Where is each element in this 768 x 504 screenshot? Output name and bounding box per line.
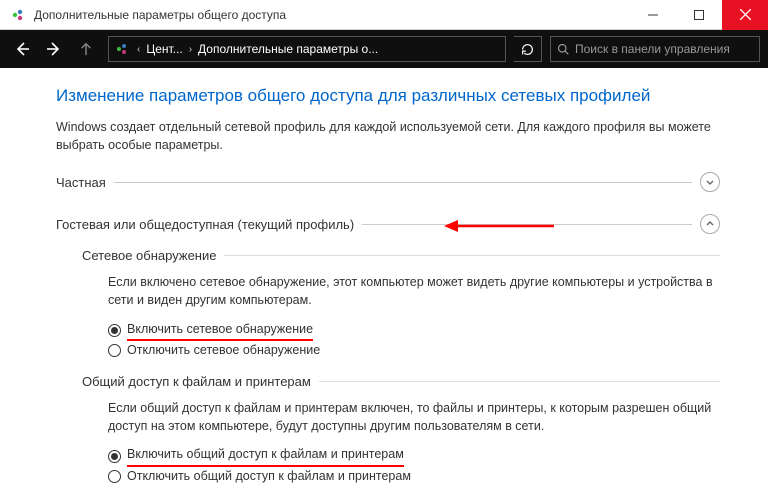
radio-enable-sharing[interactable]: Включить общий доступ к файлам и принтер… (108, 445, 720, 467)
search-placeholder: Поиск в панели управления (575, 42, 730, 56)
chevron-right-icon: › (187, 44, 194, 55)
radio-enable-sharing-label: Включить общий доступ к файлам и принтер… (127, 445, 404, 467)
radio-enable-discovery-label: Включить сетевое обнаружение (127, 320, 313, 342)
chevron-right-icon: ‹ (135, 44, 142, 55)
navbar: ‹ Цент... › Дополнительные параметры о..… (0, 30, 768, 68)
profile-guest-label: Гостевая или общедоступная (текущий проф… (56, 217, 354, 232)
profile-guest-header[interactable]: Гостевая или общедоступная (текущий проф… (56, 214, 720, 234)
radio-disable-discovery-label: Отключить сетевое обнаружение (127, 341, 320, 360)
breadcrumb-icon (113, 40, 131, 58)
radio-icon (108, 324, 121, 337)
annotation-arrow-icon (444, 217, 554, 235)
profile-private-label: Частная (56, 175, 106, 190)
window-title: Дополнительные параметры общего доступа (34, 8, 630, 22)
breadcrumb[interactable]: ‹ Цент... › Дополнительные параметры о..… (108, 36, 506, 62)
section-network-discovery: Сетевое обнаружение Если включено сетево… (82, 248, 720, 360)
nav-up-button[interactable] (72, 35, 100, 63)
network-discovery-title: Сетевое обнаружение (82, 248, 720, 263)
section-file-sharing: Общий доступ к файлам и принтерам Если о… (82, 374, 720, 486)
page-desc: Windows создает отдельный сетевой профил… (56, 118, 720, 154)
page-title: Изменение параметров общего доступа для … (56, 86, 720, 106)
search-input[interactable]: Поиск в панели управления (550, 36, 760, 62)
radio-disable-discovery[interactable]: Отключить сетевое обнаружение (108, 341, 720, 360)
radio-icon (108, 344, 121, 357)
chevron-expand-icon[interactable] (700, 172, 720, 192)
radio-disable-sharing[interactable]: Отключить общий доступ к файлам и принте… (108, 467, 720, 486)
file-sharing-title: Общий доступ к файлам и принтерам (82, 374, 720, 389)
profile-private-header[interactable]: Частная (56, 172, 720, 192)
nav-forward-button[interactable] (40, 35, 68, 63)
file-sharing-desc: Если общий доступ к файлам и принтерам в… (108, 399, 720, 435)
maximize-button[interactable] (676, 0, 722, 30)
app-icon (8, 5, 28, 25)
content: Изменение параметров общего доступа для … (0, 68, 768, 504)
search-icon (557, 43, 569, 55)
radio-icon (108, 450, 121, 463)
breadcrumb-seg-1[interactable]: Цент... (142, 42, 186, 56)
network-discovery-desc: Если включено сетевое обнаружение, этот … (108, 273, 720, 309)
radio-disable-sharing-label: Отключить общий доступ к файлам и принте… (127, 467, 411, 486)
close-button[interactable] (722, 0, 768, 30)
minimize-button[interactable] (630, 0, 676, 30)
radio-enable-discovery[interactable]: Включить сетевое обнаружение (108, 320, 720, 342)
breadcrumb-seg-2[interactable]: Дополнительные параметры о... (194, 42, 382, 56)
chevron-collapse-icon[interactable] (700, 214, 720, 234)
nav-back-button[interactable] (8, 35, 36, 63)
radio-icon (108, 470, 121, 483)
titlebar: Дополнительные параметры общего доступа (0, 0, 768, 30)
nav-refresh-button[interactable] (514, 36, 542, 62)
